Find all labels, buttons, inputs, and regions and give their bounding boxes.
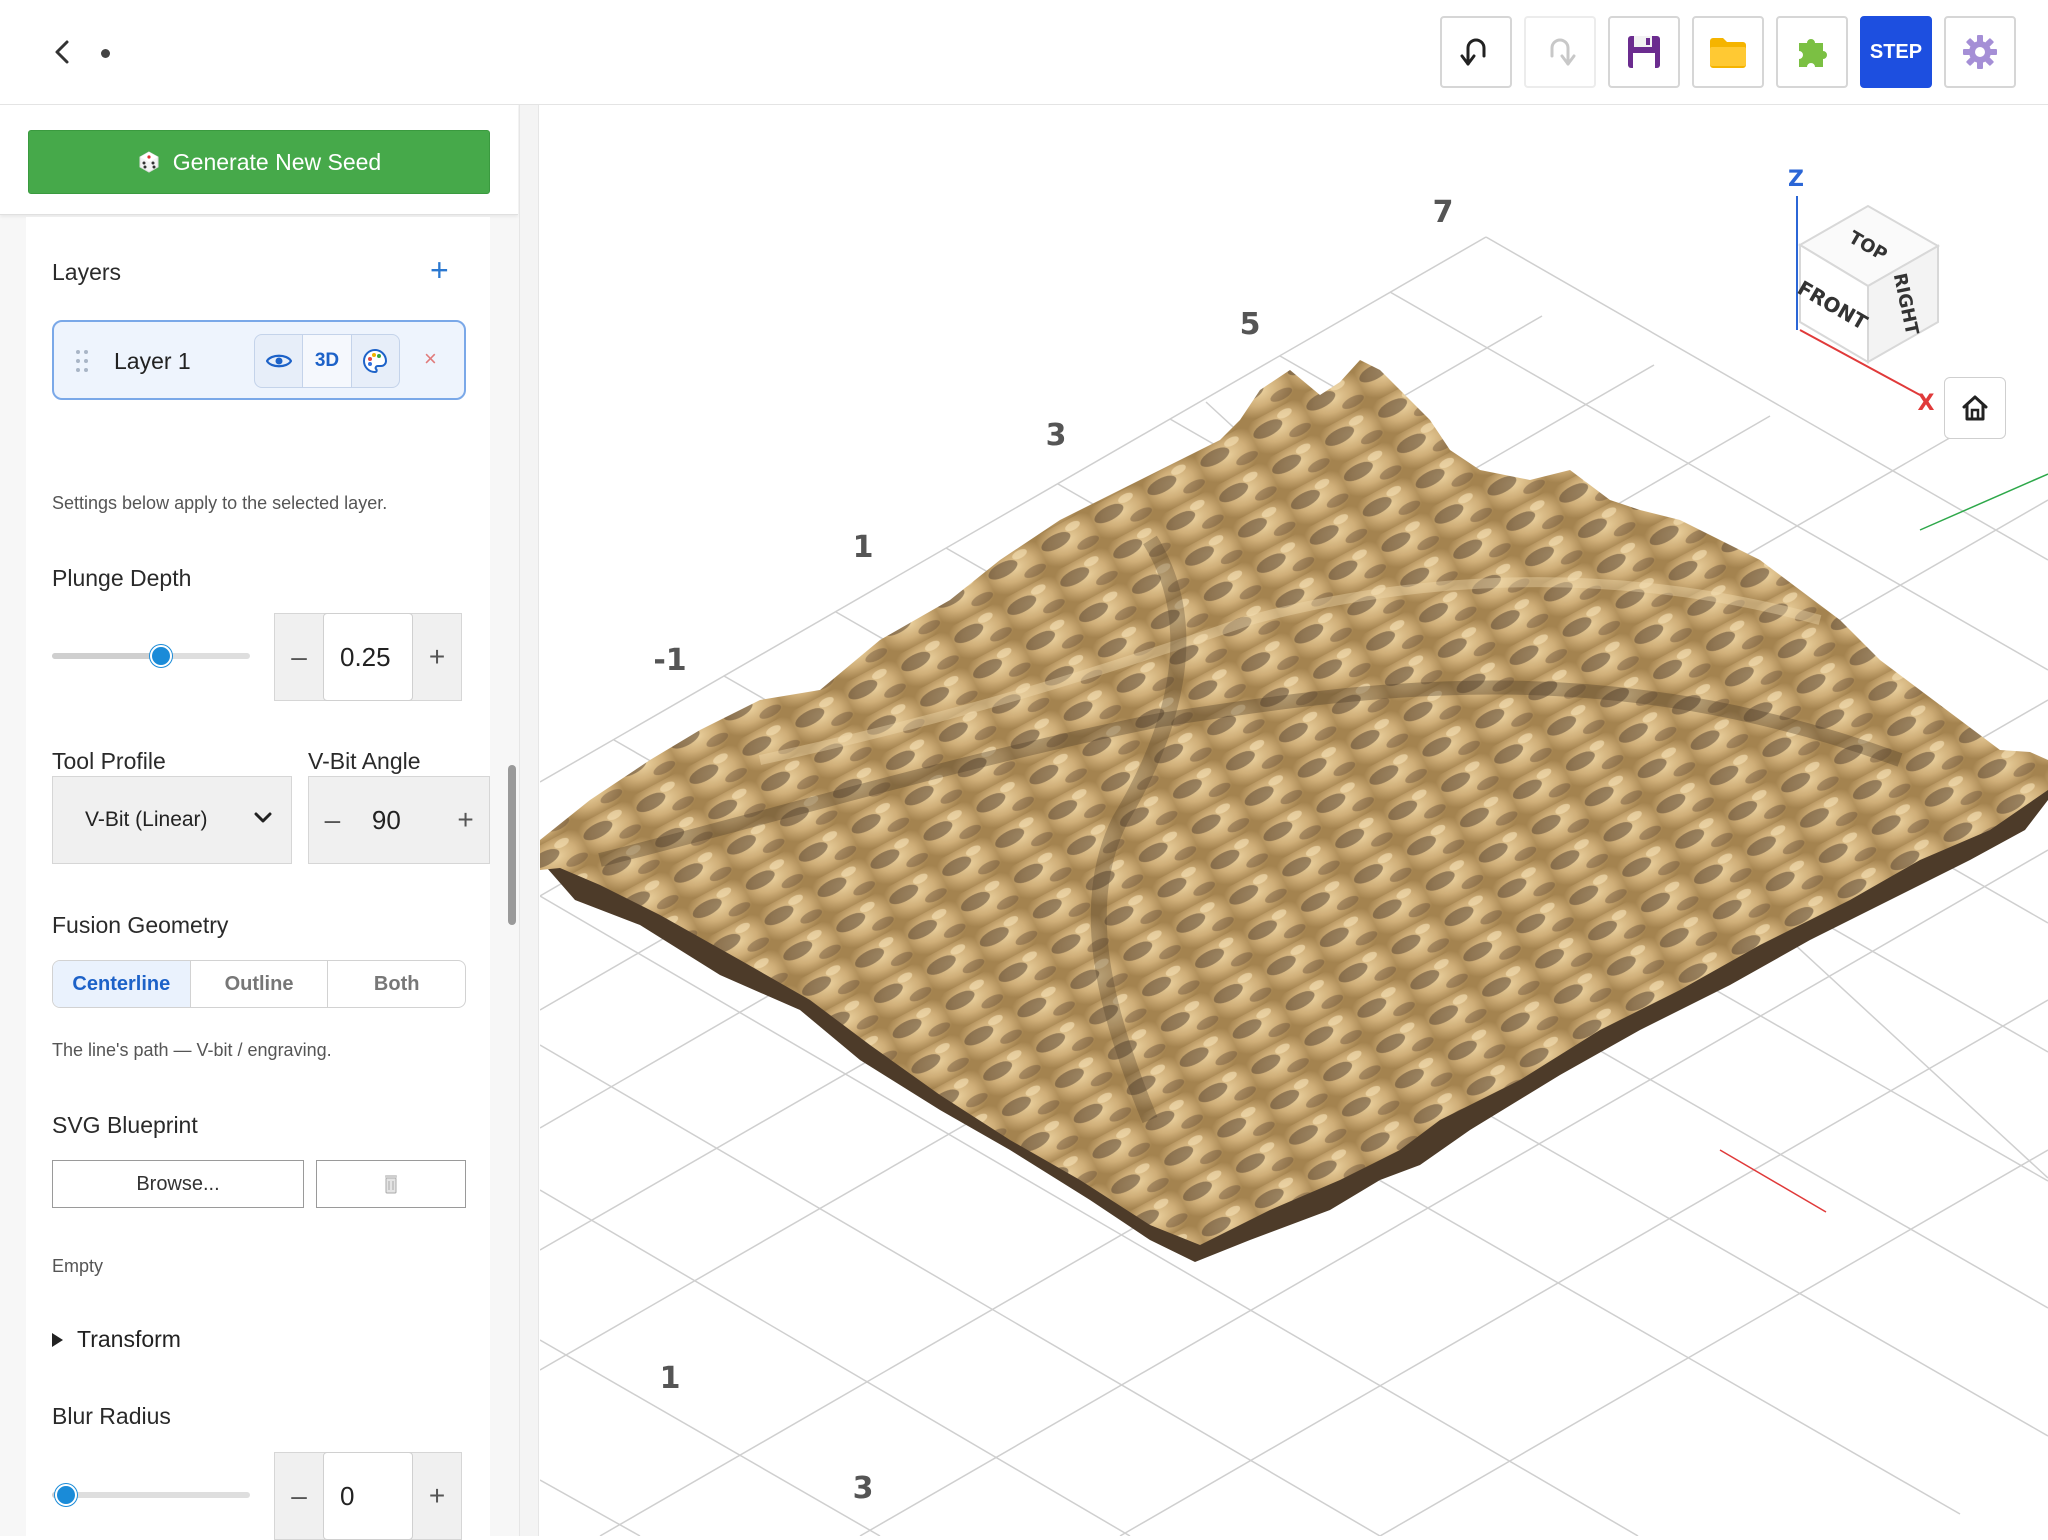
eye-icon [265, 354, 292, 368]
chevron-left-icon [55, 40, 69, 64]
blur-radius-increment[interactable]: + [413, 1453, 461, 1539]
seed-bar: Generate New Seed [0, 105, 518, 215]
reset-view-button[interactable] [1944, 377, 2006, 439]
undo-icon [1460, 38, 1486, 66]
redo-button[interactable] [1524, 16, 1596, 88]
remove-layer-button[interactable]: × [424, 346, 437, 372]
open-folder-button[interactable] [1692, 16, 1764, 88]
generate-seed-button[interactable]: Generate New Seed [28, 130, 490, 194]
svg-blueprint-label: SVG Blueprint [52, 1112, 198, 1138]
sidebar-scrollbar[interactable] [508, 765, 516, 925]
layer-color-button[interactable] [352, 335, 399, 387]
fusion-geometry-description: The line's path — V-bit / engraving. [52, 1040, 332, 1060]
unsaved-indicator-dot [101, 49, 110, 58]
blur-radius-decrement[interactable]: – [275, 1453, 323, 1539]
plunge-depth-stepper: – 0.25 + [274, 613, 462, 701]
vbit-angle-label: V-Bit Angle [308, 748, 421, 774]
plunge-depth-slider[interactable] [52, 645, 250, 667]
settings-note: Settings below apply to the selected lay… [52, 493, 388, 513]
panel-splitter[interactable] [519, 105, 539, 1536]
blur-radius-stepper: – 0 + [274, 1452, 462, 1540]
3d-viewport[interactable]: -1 1 3 5 7 1 3 Z X TOP FRONT RIGHT [540, 106, 2048, 1536]
plunge-depth-slider-knob[interactable] [150, 645, 172, 667]
fusion-geometry-label: Fusion Geometry [52, 912, 229, 938]
transform-section-toggle[interactable]: Transform [52, 1326, 181, 1353]
fusion-geometry-toggle: Centerline Outline Both [52, 960, 466, 1008]
caret-right-icon [52, 1332, 63, 1347]
settings-button[interactable] [1944, 16, 2016, 88]
layers-title: Layers [52, 259, 122, 285]
plunge-depth-input[interactable]: 0.25 [323, 613, 413, 701]
puzzle-piece-icon [1799, 39, 1827, 67]
vbit-angle-increment[interactable]: + [442, 777, 489, 863]
browse-button[interactable]: Browse... [52, 1160, 304, 1208]
grid-label: 7 [1433, 195, 1454, 230]
layer-item[interactable]: Layer 1 3D × [52, 320, 466, 400]
step-export-button[interactable]: STEP [1860, 16, 1932, 88]
grid-label: 5 [1240, 307, 1261, 342]
redo-icon [1550, 38, 1576, 66]
top-toolbar: STEP [0, 0, 2048, 105]
svg-blueprint-status: Empty [52, 1256, 104, 1276]
blur-radius-input[interactable]: 0 [323, 1452, 413, 1540]
add-layer-button[interactable]: + [430, 254, 449, 286]
step-export-label: STEP [1869, 40, 1923, 63]
layer-name: Layer 1 [114, 348, 191, 374]
tool-profile-value: V-Bit (Linear) [85, 808, 208, 831]
axis-label-x: X [1918, 391, 1935, 416]
axis-label-z: Z [1788, 167, 1804, 192]
fusion-option-both[interactable]: Both [328, 961, 465, 1007]
gear-icon [1963, 35, 1997, 69]
fusion-option-centerline[interactable]: Centerline [53, 961, 191, 1007]
layer-tools: 3D [254, 334, 400, 388]
palette-icon [363, 348, 388, 374]
visibility-toggle[interactable] [255, 335, 304, 387]
vbit-angle-input[interactable]: 90 [355, 777, 443, 863]
folder-icon [1710, 38, 1746, 68]
tool-profile-label: Tool Profile [52, 748, 166, 774]
save-button[interactable] [1608, 16, 1680, 88]
layer-3d-toggle[interactable]: 3D [303, 335, 352, 387]
blur-radius-slider-knob[interactable] [55, 1484, 77, 1506]
trash-icon [385, 1175, 397, 1194]
grid-label: 1 [660, 1361, 681, 1396]
fusion-option-outline[interactable]: Outline [191, 961, 329, 1007]
floppy-disk-icon [1628, 36, 1660, 68]
terrain-mesh [540, 360, 2048, 1262]
vbit-angle-stepper: – 90 + [308, 776, 490, 864]
chevron-down-icon [254, 812, 272, 823]
dice-icon [139, 151, 159, 173]
tool-profile-select[interactable]: V-Bit (Linear) [52, 776, 292, 864]
clear-svg-button[interactable] [316, 1160, 466, 1208]
undo-button[interactable] [1440, 16, 1512, 88]
plugins-button[interactable] [1776, 16, 1848, 88]
plunge-depth-label: Plunge Depth [52, 565, 192, 591]
blur-radius-label: Blur Radius [52, 1403, 171, 1429]
drag-handle-icon[interactable] [76, 350, 90, 374]
home-icon [1962, 395, 1988, 421]
view-cube[interactable]: Z X TOP FRONT RIGHT [1788, 167, 1941, 416]
plunge-depth-increment[interactable]: + [413, 614, 461, 700]
vbit-angle-decrement[interactable]: – [309, 777, 356, 863]
grid-label: 3 [1046, 418, 1067, 453]
plunge-depth-decrement[interactable]: – [275, 614, 323, 700]
transform-label: Transform [77, 1326, 181, 1352]
scene-canvas[interactable]: -1 1 3 5 7 1 3 Z X TOP FRONT RIGHT [540, 106, 2048, 1536]
grid-label: 1 [853, 530, 874, 565]
blur-radius-slider[interactable] [52, 1484, 250, 1506]
generate-seed-label: Generate New Seed [172, 148, 382, 175]
back-button[interactable] [44, 34, 80, 70]
grid-label: 3 [853, 1471, 874, 1506]
grid-label: -1 [653, 643, 686, 678]
